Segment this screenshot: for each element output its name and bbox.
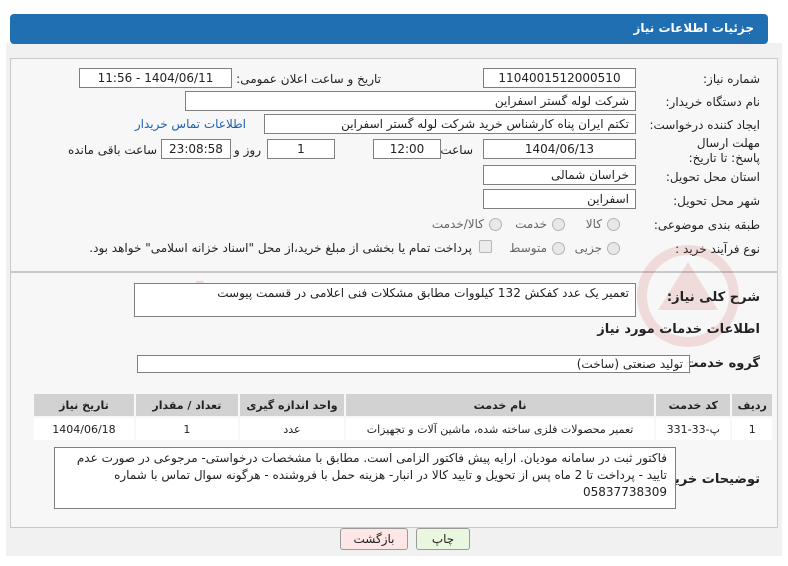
deadline-date-field: 1404/06/13 — [483, 139, 636, 159]
days-remaining-field: 1 — [267, 139, 335, 159]
announce-label: تاریخ و ساعت اعلان عمومی: — [236, 72, 381, 86]
city-label: شهر محل تحویل: — [673, 194, 760, 208]
purchase-type-option-minor: جزیی — [574, 241, 602, 255]
deadline-label: مهلت ارسال پاسخ: تا تاریخ: — [688, 136, 760, 165]
purchase-type-label: نوع فرآیند خرید : — [675, 242, 760, 256]
category-label: طبقه بندی موضوعی: — [653, 218, 760, 232]
category-radio-goods[interactable] — [607, 218, 620, 231]
deadline-time-field: 12:00 — [373, 139, 441, 159]
remaining-time-field: 23:08:58 — [161, 139, 231, 159]
page-title: جزئیات اطلاعات نیاز — [10, 14, 768, 44]
table-header-row: ردیف کد خدمت نام خدمت واحد اندازه گیری ت… — [34, 394, 772, 416]
services-section-title: اطلاعات خدمات مورد نیاز — [597, 322, 760, 337]
treasury-payment-note: پرداخت تمام یا بخشی از مبلغ خرید،از محل … — [89, 241, 472, 255]
purchase-type-radio-minor[interactable] — [607, 242, 620, 255]
requester-field: تکتم ایران پناه کارشناس خرید شرکت لوله گ… — [264, 114, 636, 134]
service-group-label: گروه خدمت: — [680, 356, 760, 371]
title-bar: جزئیات اطلاعات نیاز — [6, 6, 782, 44]
table-row: 1 پ-33-331 تعمیر محصولات فلزی ساخته شده،… — [34, 418, 772, 440]
cell-quantity: 1 — [135, 418, 238, 440]
province-label: استان محل تحویل: — [665, 170, 760, 184]
col-header-service-code: کد خدمت — [656, 394, 731, 416]
service-group-field: تولید صنعتی (ساخت) — [137, 355, 690, 373]
deadline-hour-label: ساعت — [440, 143, 473, 157]
buyer-notes-field: فاکتور ثبت در سامانه مودیان. ارایه پیش ف… — [54, 447, 676, 509]
buyer-contact-link[interactable]: اطلاعات تماس خریدار — [135, 117, 246, 131]
services-table: ردیف کد خدمت نام خدمت واحد اندازه گیری ت… — [32, 392, 774, 442]
cell-service-name: تعمیر محصولات فلزی ساخته شده، ماشین آلات… — [346, 418, 655, 440]
cell-need-date: 1404/06/18 — [34, 418, 134, 440]
back-button[interactable]: بازگشت — [340, 528, 408, 550]
province-field: خراسان شمالی — [483, 165, 636, 185]
col-header-quantity: تعداد / مقدار — [135, 394, 238, 416]
col-header-unit: واحد اندازه گیری — [239, 394, 345, 416]
buyer-org-field: شرکت لوله گستر اسفراین — [185, 91, 636, 111]
cell-unit: عدد — [239, 418, 345, 440]
category-option-goods-service: کالا/خدمت — [431, 217, 484, 231]
announce-datetime-field: 1404/06/11 - 11:56 — [79, 68, 232, 88]
cell-service-code: پ-33-331 — [656, 418, 731, 440]
need-number-label: شماره نیاز: — [703, 72, 760, 86]
print-button[interactable]: چاپ — [416, 528, 470, 550]
category-option-goods: کالا — [585, 217, 602, 231]
requester-label: ایجاد کننده درخواست: — [649, 118, 760, 132]
col-header-row-number: ردیف — [732, 394, 772, 416]
purchase-type-option-medium: متوسط — [509, 241, 547, 255]
category-option-service: خدمت — [515, 217, 547, 231]
purchase-type-radio-medium[interactable] — [552, 242, 565, 255]
category-radio-service[interactable] — [552, 218, 565, 231]
cell-row-number: 1 — [732, 418, 772, 440]
buyer-org-label: نام دستگاه خریدار: — [665, 95, 761, 109]
remaining-label: ساعت باقی مانده — [67, 143, 157, 157]
need-number-field: 1104001512000510 — [483, 68, 636, 88]
treasury-payment-checkbox[interactable] — [479, 240, 492, 253]
days-label: روز و — [234, 143, 261, 157]
category-radio-goods-service[interactable] — [489, 218, 502, 231]
summary-label: شرح کلی نیاز: — [666, 290, 760, 305]
col-header-need-date: تاریخ نیاز — [34, 394, 134, 416]
summary-field: تعمیر یک عدد کفکش 132 کیلووات مطابق مشکل… — [134, 283, 636, 317]
city-field: اسفراین — [483, 189, 636, 209]
col-header-service-name: نام خدمت — [346, 394, 655, 416]
